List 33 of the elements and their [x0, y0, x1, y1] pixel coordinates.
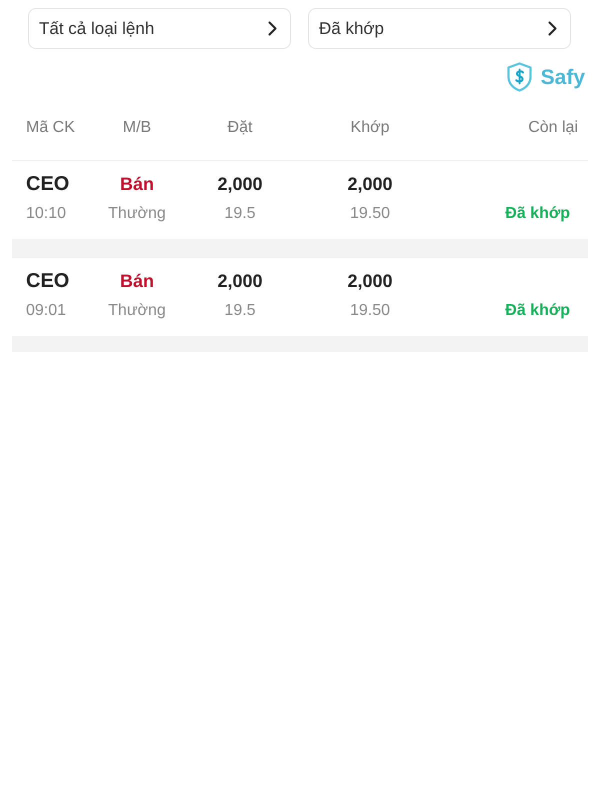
order-price: 19.5	[223, 301, 257, 321]
order-time: 09:01	[26, 301, 68, 321]
column-header: Còn lại	[527, 118, 578, 138]
side-label: Bán	[118, 173, 155, 196]
order-quantity: 2,000	[216, 173, 264, 196]
column-header: M/B	[122, 118, 152, 138]
order-card[interactable]: CEO Bán 2,000 2,000 10:10 Thường 19.5 19.50 Đã khớp	[12, 160, 588, 239]
filter-label: Tất cả loại lệnh	[39, 18, 154, 40]
order-type: Thường	[107, 204, 167, 224]
shield-dollar-icon	[506, 62, 532, 92]
order-type: Thường	[107, 301, 167, 321]
chevron-right-icon	[548, 21, 557, 36]
matched-price: 19.50	[348, 301, 392, 321]
matched-price: 19.50	[348, 204, 392, 224]
filter-dropdown[interactable]: Tất cả loại lệnh	[28, 8, 291, 49]
symbol: CEO	[26, 269, 70, 294]
side-label: Bán	[118, 270, 155, 293]
order-card[interactable]: CEO Bán 2,000 2,000 09:01 Thường 19.5 19.50 Đã khớp	[12, 257, 588, 336]
filter-label: Đã khớp	[319, 18, 384, 40]
order-time: 10:10	[26, 204, 68, 224]
chevron-right-icon	[268, 21, 277, 36]
column-header: Đặt	[226, 118, 254, 138]
symbol: CEO	[26, 172, 70, 197]
order-price: 19.5	[223, 204, 257, 224]
brand-name: Safy	[540, 66, 585, 88]
order-status: Đã khớp	[504, 301, 570, 321]
filter-dropdown[interactable]: Đã khớp	[308, 8, 571, 49]
order-quantity: 2,000	[216, 270, 264, 293]
column-header: Khớp	[350, 118, 390, 138]
column-header: Mã CK	[26, 118, 76, 138]
order-status: Đã khớp	[504, 204, 570, 224]
matched-quantity: 2,000	[346, 270, 394, 293]
matched-quantity: 2,000	[346, 173, 394, 196]
